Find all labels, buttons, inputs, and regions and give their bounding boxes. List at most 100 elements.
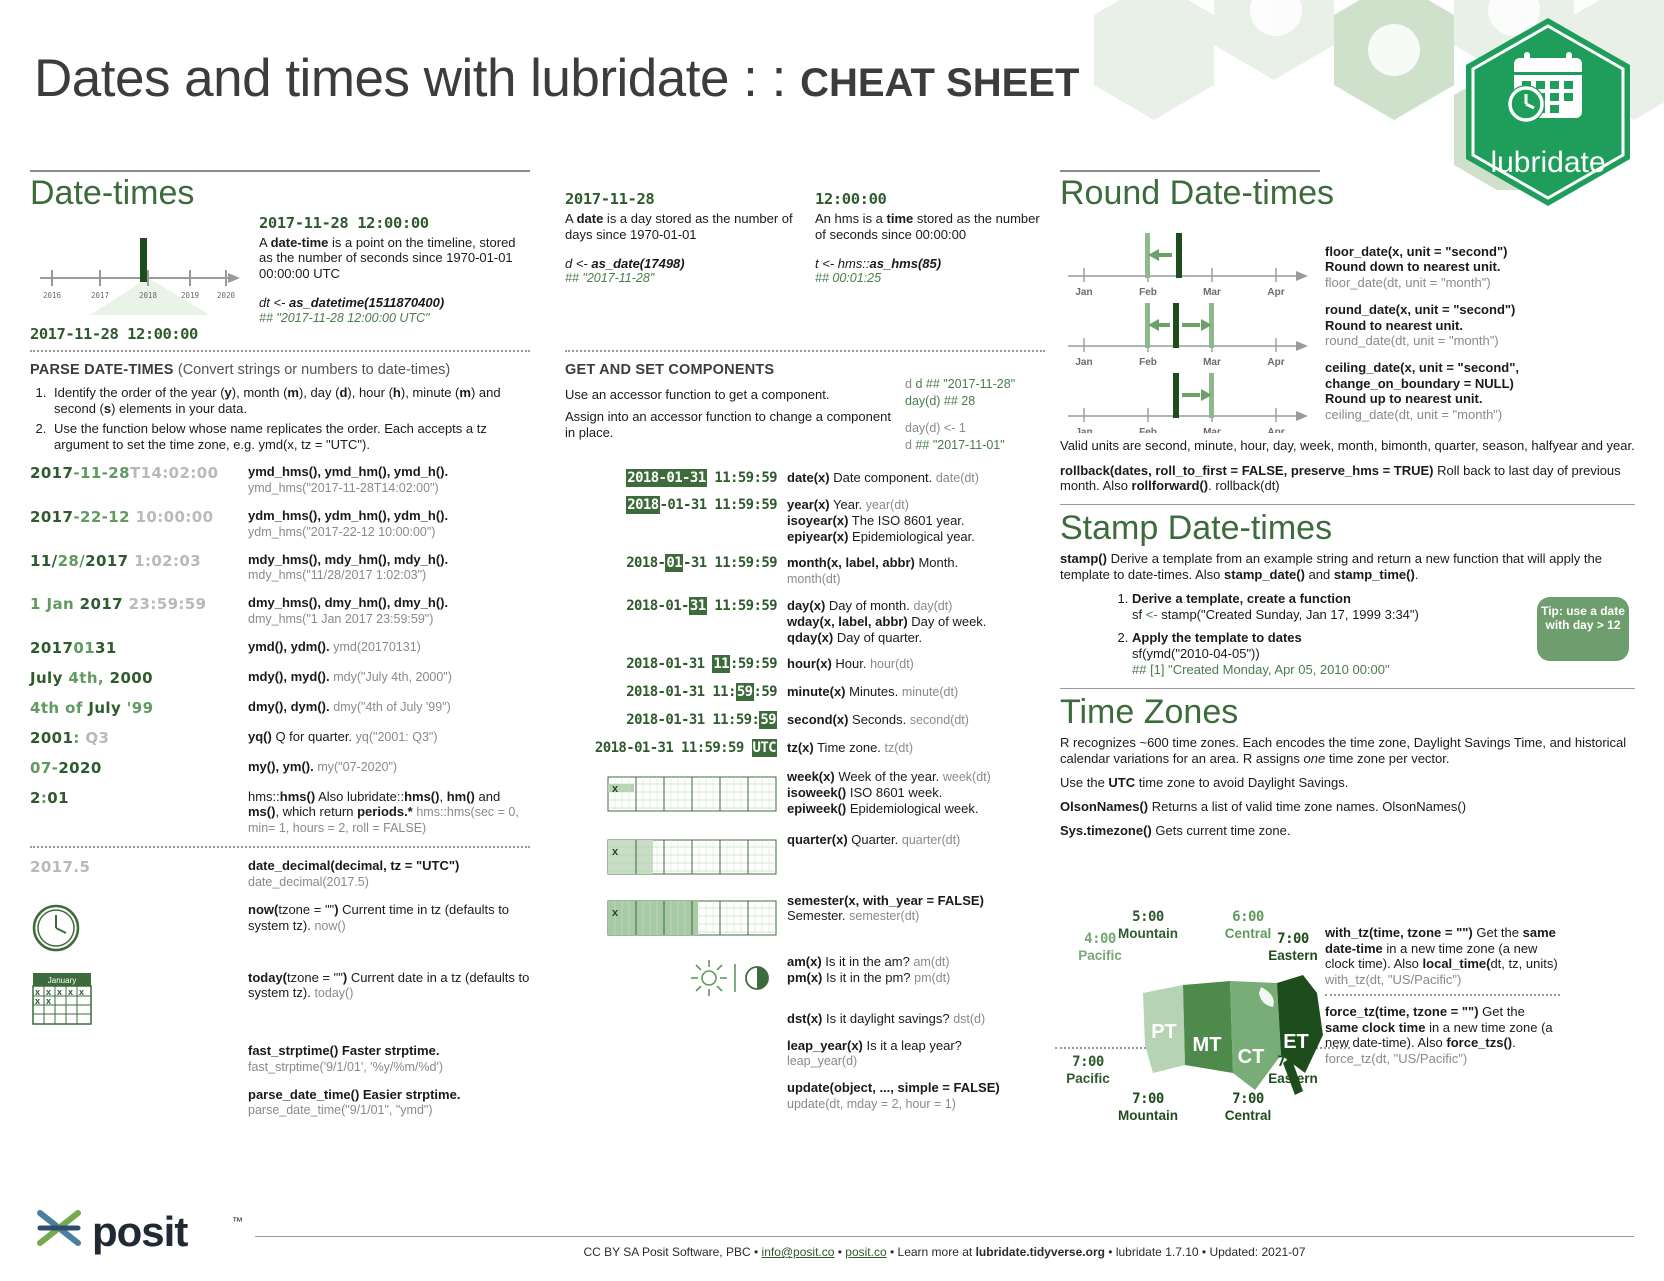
fn-label: minute(x) xyxy=(787,684,846,700)
fn-code: ydm_hms("2017-22-12 10:00:00") xyxy=(248,524,436,539)
divider xyxy=(1060,504,1635,506)
parse-example: 07-2020 xyxy=(30,758,102,777)
fn-label: wday(x, label, abbr) xyxy=(787,614,908,630)
components-table: 2018-01-31 11:59:59 date(x) Date compone… xyxy=(565,468,1045,1123)
map-zone-mt xyxy=(1183,981,1233,1073)
parse-steps: Identify the order of the year (y), mont… xyxy=(50,385,530,452)
fn-code: day(dt) xyxy=(913,599,953,614)
fn-label: ymd_hms(), ymd_hm(), ymd_h(). xyxy=(248,464,449,480)
parse-function: ymd(), ydm(). ymd(20170131) xyxy=(248,639,530,669)
sun-moon-icon xyxy=(691,959,769,996)
week-calendar-icon-cell: x xyxy=(565,767,787,827)
fn-code: pm(dt) xyxy=(914,970,951,985)
component-datetime: 2018-01-31 11:59:59 xyxy=(626,496,778,515)
fn-code: week(dt) xyxy=(942,770,991,785)
svg-text:x: x xyxy=(612,846,619,858)
timeline-figure: 2016 2017 2018 2019 2020 2017-11-28 12:0… xyxy=(30,220,245,343)
parse-extra-table: 2017.5 date_decimal(decimal, tz = "UTC")… xyxy=(30,858,530,1130)
svg-text:x: x xyxy=(79,987,84,997)
divider xyxy=(565,350,1045,352)
section-date-times: Date-times xyxy=(30,174,195,212)
round-date-item: round_date(x, unit = "second") Round to … xyxy=(1325,302,1625,349)
fn-label: parse_date_time() Easier strptime. xyxy=(248,1086,461,1102)
svg-text:x: x xyxy=(612,907,619,919)
fn-desc: Date component. xyxy=(829,469,936,485)
svg-text:posit: posit xyxy=(92,1208,188,1255)
svg-text:Jan: Jan xyxy=(1075,287,1092,298)
fn-label: stamp_date() xyxy=(1224,566,1305,582)
fn-desc: Minutes. xyxy=(845,684,902,700)
rollback-item: rollback(dates, roll_to_first = FALSE, p… xyxy=(1060,463,1635,495)
table-row: x semester(x, with_year = FALSE) Semeste… xyxy=(565,889,1045,950)
fn-desc: Epidemiological week. xyxy=(846,801,979,817)
fn-label: stamp_time() xyxy=(1333,566,1415,582)
date-example: d <- as_date(17498) xyxy=(565,255,685,271)
section-timezones: Time Zones xyxy=(1060,692,1239,731)
column-right: Round Date-times Jan Feb Mar Apr Jan Feb… xyxy=(1060,170,1635,838)
sep: • xyxy=(1104,1245,1116,1259)
fn-desc: Seconds. xyxy=(848,711,910,727)
fn-desc: Day of quarter. xyxy=(833,629,923,645)
svg-text:January: January xyxy=(48,976,76,985)
ampm-desc: am(x) Is it in the am? am(dt) pm(x) Is i… xyxy=(787,950,1045,1011)
fn-code: date(dt) xyxy=(935,470,979,485)
tick-label: 2016 xyxy=(43,291,62,300)
footer-license: CC BY SA Posit Software, PBC xyxy=(583,1245,751,1259)
table-row: dst(x) Is it daylight savings? dst(d) xyxy=(565,1011,1045,1038)
spacer-cell xyxy=(30,1087,248,1131)
fn-code: dmy("4th of July '99") xyxy=(333,699,451,714)
fn-label: am(x) xyxy=(787,953,822,969)
parse-section: PARSE DATE-TIMES (Convert strings or num… xyxy=(30,340,530,1130)
fn-label: quarter(x) xyxy=(787,831,848,847)
parse-function: hms::hms() Also lubridate::hms(), hm() a… xyxy=(248,788,519,836)
svg-text:x: x xyxy=(612,783,619,795)
fn-label: isoweek() xyxy=(787,785,847,801)
fn-code: today() xyxy=(314,986,354,1001)
table-row: January xxx xx xx today(tzone = "") Curr… xyxy=(30,970,530,1044)
fn-code: ceiling_date(dt, unit = "month") xyxy=(1325,407,1503,423)
fn-label: dst(x) xyxy=(787,1010,823,1026)
fn-desc: Round down to nearest unit. xyxy=(1325,259,1501,275)
fn-label: qday(x) xyxy=(787,629,834,645)
fn-code: second(dt) xyxy=(909,712,969,727)
calendar-icon-cell: January xxx xx xx xyxy=(30,970,248,1044)
fn-label: ydm_hms(), ydm_hm(), ydm_h(). xyxy=(248,507,449,523)
fn-label: stamp() xyxy=(1060,550,1107,566)
footer-learn-link[interactable]: lubridate.tidyverse.org xyxy=(976,1245,1105,1259)
footer-email-link[interactable]: info@posit.co xyxy=(762,1245,835,1259)
parse-step: Identify the order of the year (y), mont… xyxy=(50,385,530,416)
ampm-icon-cell xyxy=(565,950,787,1011)
fn-label: week(x) xyxy=(787,769,835,785)
parse-example: 4th of July '99 xyxy=(30,698,154,717)
fn-code: dmy_hms("1 Jan 2017 23:59:59") xyxy=(248,611,434,626)
leapyear-desc: leap_year(x) Is it a leap year? leap_yea… xyxy=(787,1038,1045,1081)
table-row: 2017-22-12 10:00:00 ydm_hms(), ydm_hm(),… xyxy=(30,508,530,552)
fn-code: date_decimal(2017.5) xyxy=(248,874,369,889)
fn-code: my("07-2020") xyxy=(317,759,398,774)
table-row: update(object, ..., simple = FALSE) updat… xyxy=(565,1080,1045,1123)
fn-label: ceiling_date(x, unit = "second", change_… xyxy=(1325,360,1520,391)
footer-updated: Updated: 2021-07 xyxy=(1209,1245,1306,1259)
fn-code: update(dt, mday = 2, hour = 1) xyxy=(787,1096,956,1111)
footer: CC BY SA Posit Software, PBC • info@posi… xyxy=(255,1236,1634,1259)
fn-label: Sys.timezone() xyxy=(1060,823,1152,839)
svg-text:Mar: Mar xyxy=(1203,427,1221,433)
sep: • xyxy=(750,1245,762,1259)
fn-label: mdy(), myd(). xyxy=(248,668,330,684)
component-desc: date(x) Date component. date(dt) xyxy=(787,470,1045,498)
fn-label: update(object, ..., simple = FALSE) xyxy=(787,1080,1000,1096)
footer-learn-pre: Learn more at xyxy=(897,1245,976,1259)
component-desc: hour(x) Hour. hour(dt) xyxy=(787,656,1045,684)
fn-label: epiweek() xyxy=(787,801,847,817)
footer-site-link[interactable]: posit.co xyxy=(845,1245,886,1259)
fn-desc: Hour. xyxy=(831,656,871,672)
fn-label: dmy(), dym(). xyxy=(248,698,330,714)
spacer-cell xyxy=(30,1043,248,1087)
parse-function: mdy(), myd(). mdy("July 4th, 2000") xyxy=(248,669,530,699)
update-desc: update(object, ..., simple = FALSE) updat… xyxy=(787,1080,1045,1123)
fn-desc: ISO 8601 week. xyxy=(846,785,943,801)
parse-example: 11/28/2017 1:02:03 xyxy=(30,551,202,570)
step-label: Derive a template, create a function xyxy=(1132,590,1351,606)
component-datetime: 2018-01-31 11:59:59 xyxy=(626,468,778,487)
fn-desc3: . xyxy=(1512,1035,1516,1051)
